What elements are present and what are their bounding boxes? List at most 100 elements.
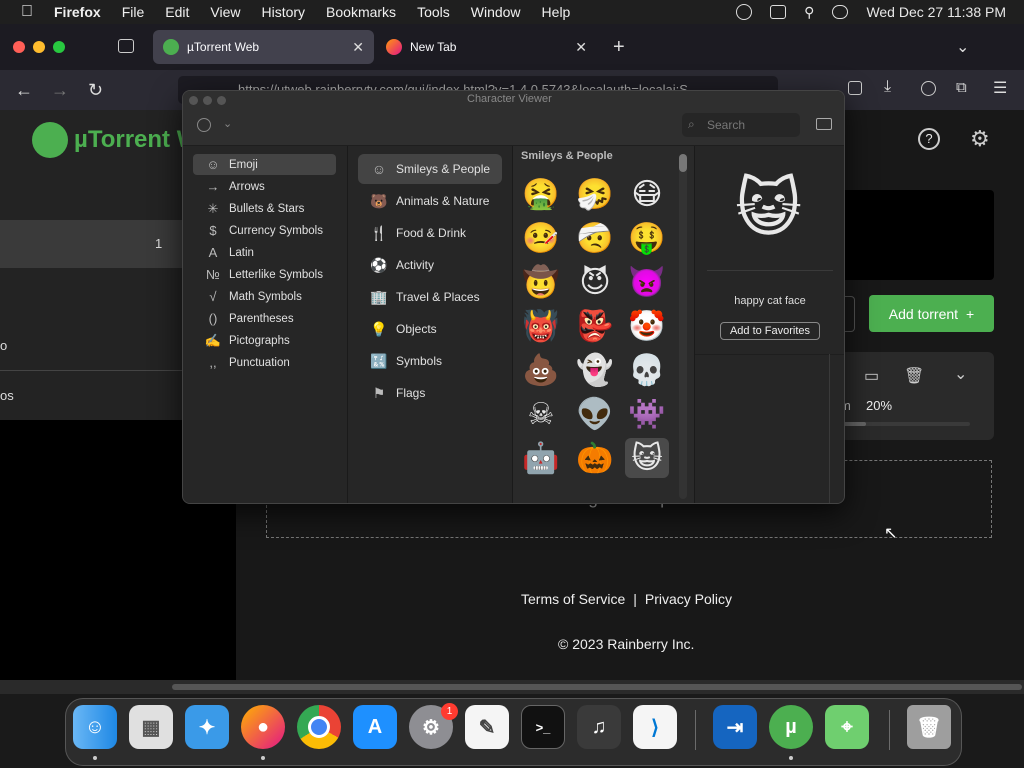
emoji-cell[interactable]: 🤒 [519,218,563,258]
emoji-cell[interactable]: 👿 [625,262,669,302]
dock-garageband[interactable]: ♫ [577,705,621,749]
cv-close-button[interactable] [189,96,198,105]
emoji-cell[interactable]: 👺 [573,306,617,346]
emoji-cell[interactable]: 😺 [625,438,669,478]
menu-help[interactable]: Help [542,4,571,20]
add-torrent-button[interactable]: Add torrent + [869,295,994,332]
grid-scrollbar-thumb[interactable] [679,154,687,172]
category-currency[interactable]: $ Currency Symbols [193,220,336,241]
dock-migration[interactable]: ⇥ [713,705,757,749]
dock-terminal[interactable]: >_ [521,705,565,749]
sidebar-downloads-row[interactable]: 1 [0,220,182,268]
dock-safari[interactable]: ✦ [185,705,229,749]
add-to-favorites-button[interactable]: Add to Favorites [720,322,820,340]
dock-vscode[interactable]: ⟩ [633,705,677,749]
privacy-policy-link[interactable]: Privacy Policy [645,591,732,607]
category-emoji[interactable]: ☺ Emoji [193,154,336,175]
extensions-icon[interactable]: ⧉ [956,79,967,96]
category-punctuation[interactable]: ,, Punctuation [193,352,336,373]
hamburger-menu-icon[interactable]: ☰ [993,78,1007,98]
category-math[interactable]: √ Math Symbols [193,286,336,307]
window-close-button[interactable] [13,41,25,53]
category-pictographs[interactable]: ✍ Pictographs [193,330,336,351]
grid-scrollbar[interactable] [679,154,687,499]
emoji-cell[interactable]: 💩 [519,350,563,390]
spotlight-search-icon[interactable]: ⚲ [804,4,814,21]
close-tab-icon[interactable]: ✕ [575,39,587,56]
emoji-cell[interactable]: 🤧 [573,174,617,214]
category-parentheses[interactable]: () Parentheses [193,308,336,329]
tab-overview-icon[interactable] [118,39,134,53]
menu-file[interactable]: File [122,4,145,20]
wordpress-status-icon[interactable] [736,4,753,20]
forward-arrow-icon[interactable]: → [51,80,69,101]
expand-chevron-icon[interactable]: ⌄ [954,364,967,384]
menu-tools[interactable]: Tools [417,4,450,20]
tab-new-tab[interactable]: New Tab ✕ [376,30,597,64]
apple-menu-icon[interactable]:  [18,3,36,21]
control-center-icon[interactable] [832,5,849,19]
window-zoom-button[interactable] [53,41,65,53]
subcategory-smileys-people[interactable]: ☺ Smileys & People [358,154,502,184]
dock-firefox[interactable]: ● [241,705,285,749]
cv-minimize-button[interactable] [203,96,212,105]
emoji-cell[interactable]: 😈 [573,262,617,302]
list-all-tabs-chevron-icon[interactable]: ⌄ [956,37,969,57]
subcategory-objects[interactable]: 💡 Objects [358,314,502,344]
back-arrow-icon[interactable]: ← [15,80,33,101]
emoji-cell[interactable]: 🤡 [625,306,669,346]
dock-trash[interactable]: 🗑 [907,705,951,749]
keyboard-viewer-icon[interactable] [816,118,832,130]
dock-maps[interactable]: ⌖ [825,705,869,749]
subcategory-food-drink[interactable]: 🍴 Food & Drink [358,218,502,248]
subcategory-travel-places[interactable]: 🏢 Travel & Places [358,282,502,312]
settings-gear-icon[interactable]: ⚙ [970,126,990,152]
emoji-cell[interactable]: 👾 [625,394,669,434]
menu-bookmarks[interactable]: Bookmarks [326,4,396,20]
trash-icon[interactable]: 🗑 [904,366,924,386]
terms-of-service-link[interactable]: Terms of Service [521,591,625,607]
emoji-cell[interactable]: 🎃 [573,438,617,478]
emoji-cell[interactable]: 👻 [573,350,617,390]
open-folder-icon[interactable]: ▭ [864,366,879,386]
menu-history[interactable]: History [261,4,305,20]
dock-utorrent[interactable]: µ [769,705,813,749]
reload-icon[interactable]: ↻ [88,80,103,101]
emoji-cell[interactable]: ☠ [519,394,563,434]
tab-utorrent[interactable]: µTorrent Web ✕ [153,30,374,64]
menu-app-name[interactable]: Firefox [54,4,101,20]
clock[interactable]: Wed Dec 27 11:38 PM [866,4,1006,20]
menu-window[interactable]: Window [471,4,521,20]
cv-zoom-button[interactable] [217,96,226,105]
dock-finder[interactable]: ☺ [73,705,117,749]
menu-edit[interactable]: Edit [165,4,189,20]
pocket-icon[interactable] [848,81,862,95]
emoji-cell[interactable]: 😷 [625,174,669,214]
emoji-cell[interactable]: 🤖 [519,438,563,478]
category-latin[interactable]: A Latin [193,242,336,263]
more-options-icon[interactable] [197,118,211,132]
menu-view[interactable]: View [210,4,240,20]
screen-mirror-icon[interactable] [770,5,787,19]
cv-search-field[interactable]: ⌕ Search [682,113,800,137]
subcategory-symbols[interactable]: 🔣 Symbols [358,346,502,376]
scrollbar-thumb[interactable] [172,684,1022,690]
horizontal-scrollbar[interactable] [0,680,1024,694]
emoji-cell[interactable]: 👹 [519,306,563,346]
category-bullets-stars[interactable]: ✳ Bullets & Stars [193,198,336,219]
torrent-card[interactable]: ▭ 🗑 ⌄ m 20% [840,352,994,440]
options-chevron-icon[interactable]: ⌄ [223,117,232,130]
account-icon[interactable] [921,81,936,96]
downloads-icon[interactable]: ⤓ [884,78,891,96]
emoji-cell[interactable]: 👽 [573,394,617,434]
category-arrows[interactable]: → Arrows [193,176,336,197]
emoji-cell[interactable]: 🤮 [519,174,563,214]
subcategory-animals-nature[interactable]: 🐻 Animals & Nature [358,186,502,216]
subcategory-activity[interactable]: ⚽ Activity [358,250,502,280]
dock-app-store[interactable]: A [353,705,397,749]
emoji-cell[interactable]: 💀 [625,350,669,390]
category-letterlike[interactable]: № Letterlike Symbols [193,264,336,285]
dock-launchpad[interactable]: ▦ [129,705,173,749]
emoji-cell[interactable]: 🤕 [573,218,617,258]
emoji-cell[interactable]: 🤑 [625,218,669,258]
